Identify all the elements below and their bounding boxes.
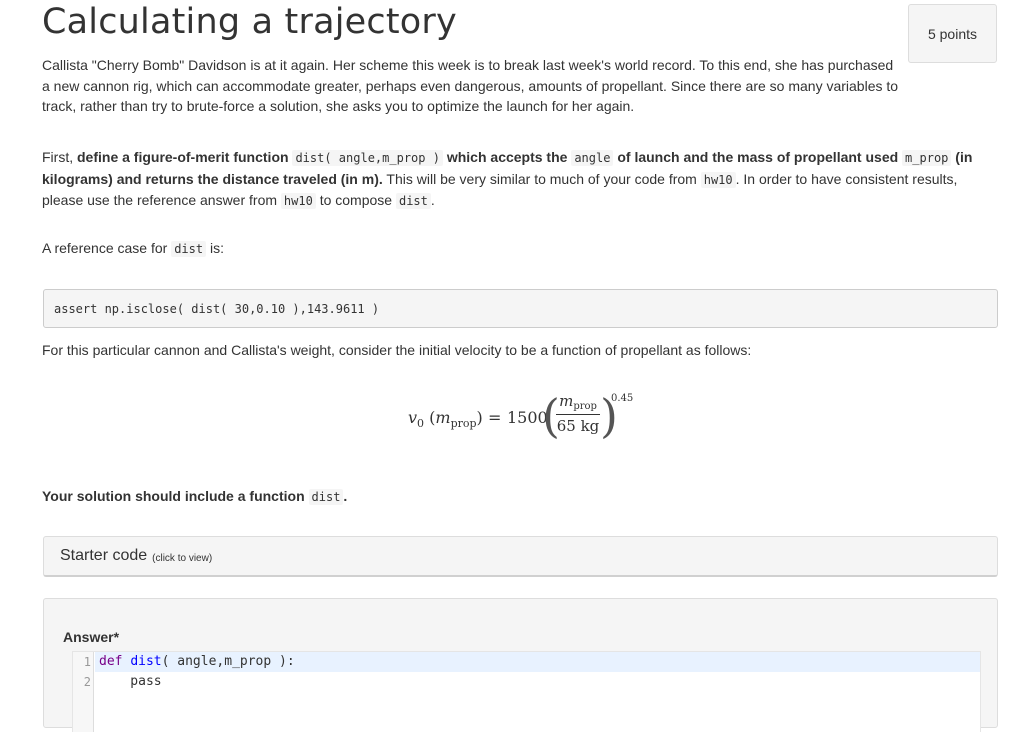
formula-exponent: 0.45: [611, 393, 634, 404]
intro-paragraph: Callista "Cherry Bomb" Davidson is at it…: [42, 57, 899, 114]
formula-numerator-sub: prop: [573, 401, 597, 412]
reference-code-block: assert np.isclose( dist( 30,0.10 ),143.9…: [43, 289, 998, 328]
solution-text: Your solution should include a function: [42, 488, 309, 504]
solution-suffix: .: [343, 488, 348, 504]
formula-lhs: v0 (mprop): [408, 408, 483, 430]
task-text: to compose: [315, 192, 396, 208]
code-line[interactable]: 1 def dist( angle,m_prop ):: [73, 652, 980, 672]
reference-paragraph: A reference case for dist is:: [42, 238, 224, 260]
answer-panel: Answer* 1 def dist( angle,m_prop ): 2 pa…: [43, 598, 998, 732]
solution-paragraph: Your solution should include a function …: [42, 486, 347, 508]
line-number: 1: [83, 655, 91, 669]
task-text: This will be very similar to much of you…: [382, 170, 701, 187]
page-title: Calculating a trajectory: [42, 2, 457, 42]
formula-v-sub: 0: [417, 417, 425, 430]
line-number: 2: [83, 675, 91, 689]
formula-arg-sub: prop: [450, 417, 477, 430]
formula-equals: =: [488, 408, 502, 427]
assert-code: assert np.isclose( dist( 30,0.10 ),143.9…: [54, 301, 380, 316]
task-text: .: [430, 192, 435, 208]
answer-label: Answer*: [63, 629, 120, 645]
reference-text: A reference case for: [42, 240, 172, 256]
formula-fraction: mprop 65 kg: [554, 392, 602, 435]
code-rest: ( angle,m_prop ):: [161, 654, 295, 669]
inline-code: dist: [171, 241, 207, 257]
points-badge: 5 points: [908, 4, 997, 63]
task-text: First,: [42, 149, 77, 165]
formula-numerator: mprop: [554, 392, 602, 414]
code-line-text: pass: [99, 674, 162, 689]
formula-arg: m: [435, 408, 451, 427]
task-bold-text: which accepts the: [442, 149, 572, 165]
code-keyword: def: [99, 654, 123, 669]
formula-numerator-m: m: [559, 392, 574, 410]
code-line[interactable]: 2 pass: [73, 672, 980, 692]
task-bold-text: define a figure-of-merit function: [77, 149, 293, 165]
code-function-name: dist: [130, 654, 162, 669]
starter-code-label: Starter code: [60, 547, 148, 564]
reference-suffix: is:: [206, 240, 224, 256]
inline-code: angle: [571, 150, 614, 166]
inline-code: dist: [308, 489, 344, 505]
code-line-text: def dist( angle,m_prop ):: [99, 652, 295, 672]
task-bold-text: of launch and the mass of propellant use…: [613, 149, 903, 165]
velocity-paragraph: For this particular cannon and Callista'…: [42, 342, 752, 358]
formula-denominator: 65 kg: [556, 417, 600, 435]
code-editor[interactable]: 1 def dist( angle,m_prop ): 2 pass: [72, 651, 981, 732]
inline-code: m_prop: [902, 150, 952, 166]
inline-code: dist: [395, 193, 431, 209]
starter-code-panel[interactable]: Starter code (click to view): [43, 536, 998, 577]
inline-code: hw10: [700, 171, 736, 188]
task-paragraph: First, define a figure-of-merit function…: [42, 147, 1002, 212]
starter-code-hint: (click to view): [152, 552, 213, 564]
inline-code: dist( angle,m_prop ): [292, 150, 443, 166]
formula-v: v: [408, 408, 418, 427]
inline-code: hw10: [280, 193, 316, 209]
